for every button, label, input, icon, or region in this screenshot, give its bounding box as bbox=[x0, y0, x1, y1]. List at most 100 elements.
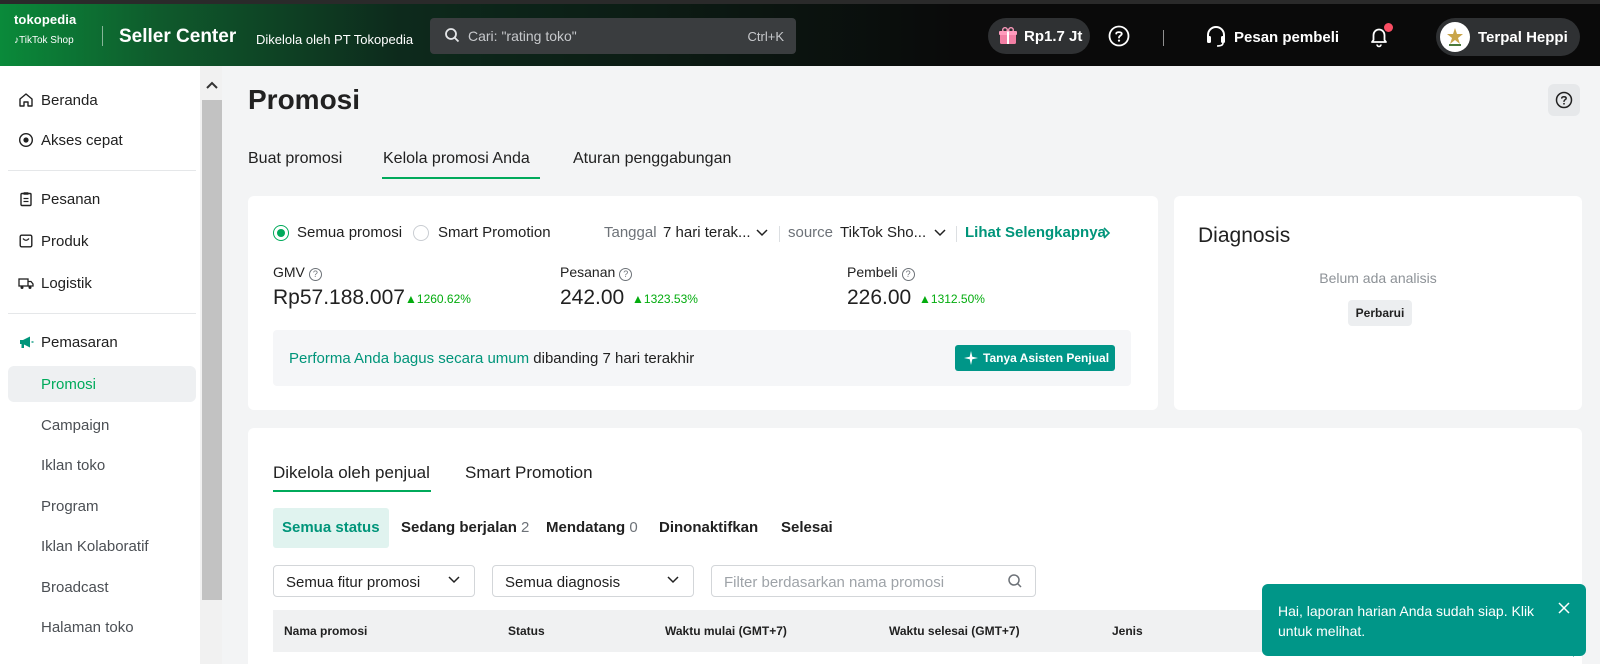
feature-filter-select[interactable]: Semua fitur promosi bbox=[273, 565, 475, 597]
chevron-down-icon bbox=[448, 576, 460, 584]
chevron-down-icon[interactable] bbox=[756, 229, 768, 237]
refresh-button[interactable]: Perbarui bbox=[1348, 300, 1412, 326]
ask-assistant-label: Tanya Asisten Penjual bbox=[983, 351, 1110, 365]
chevron-down-icon[interactable] bbox=[934, 229, 946, 237]
chip-label: Mendatang bbox=[546, 519, 626, 536]
change-value: 1323.53% bbox=[643, 292, 698, 306]
top-bar: tokopedia ♪TikTok Shop Seller Center Dik… bbox=[0, 0, 1600, 66]
user-menu[interactable]: Terpal Heppi bbox=[1436, 18, 1580, 56]
metric-pesanan-label: Pesanan? bbox=[560, 264, 633, 281]
status-chip-disabled[interactable]: Dinonaktifkan bbox=[659, 508, 758, 548]
search-shortcut: Ctrl+K bbox=[747, 29, 784, 44]
toast-message[interactable]: Hai, laporan harian Anda sudah siap. Kli… bbox=[1278, 601, 1548, 641]
tab-seller-managed[interactable]: Dikelola oleh penjual bbox=[273, 463, 430, 483]
column-header-start-time: Waktu mulai (GMT+7) bbox=[665, 624, 787, 638]
see-more-link[interactable]: Lihat Selengkapnya bbox=[965, 224, 1106, 241]
sidebar-item-label: Broadcast bbox=[41, 579, 109, 596]
radio-smart-promotion[interactable] bbox=[413, 225, 429, 241]
search-icon bbox=[1008, 574, 1022, 588]
sidebar: Beranda Akses cepat Pesanan Produk Logis… bbox=[0, 66, 200, 664]
diagnosis-title: Diagnosis bbox=[1198, 224, 1291, 247]
scrollbar-thumb[interactable] bbox=[202, 100, 222, 600]
daily-report-toast[interactable]: Hai, laporan harian Anda sudah siap. Kli… bbox=[1262, 584, 1586, 656]
source-label: source bbox=[788, 224, 834, 241]
sidebar-item-halaman-toko[interactable]: Halaman toko bbox=[8, 609, 196, 645]
sidebar-item-beranda[interactable]: Beranda bbox=[8, 82, 196, 118]
performance-banner: Performa Anda bagus secara umum dibandin… bbox=[273, 330, 1131, 386]
sidebar-item-pesanan[interactable]: Pesanan bbox=[8, 181, 196, 217]
metric-pesanan-value: 242.00 bbox=[560, 286, 625, 309]
tab-kelola-promosi[interactable]: Kelola promosi Anda bbox=[383, 150, 530, 168]
sidebar-item-label: Akses cepat bbox=[41, 132, 123, 149]
sidebar-item-label: Campaign bbox=[41, 417, 110, 434]
chip-count: 0 bbox=[629, 519, 638, 536]
truck-icon bbox=[18, 278, 34, 289]
headset-icon[interactable] bbox=[1205, 24, 1227, 48]
source-select[interactable]: TikTok Sho... bbox=[840, 224, 926, 241]
metric-gmv-value: Rp57.188.007 bbox=[273, 286, 405, 309]
sidebar-item-iklan-kolaboratif[interactable]: Iklan Kolaboratif bbox=[8, 528, 196, 564]
page-title: Promosi bbox=[248, 84, 361, 115]
status-chip-upcoming[interactable]: Mendatang 0 bbox=[546, 508, 638, 548]
status-chip-finished[interactable]: Selesai bbox=[781, 508, 833, 548]
change-value: 1312.50% bbox=[930, 292, 985, 306]
sidebar-item-label: Pemasaran bbox=[41, 334, 118, 351]
promotion-name-filter[interactable]: Filter berdasarkan nama promosi bbox=[711, 565, 1036, 597]
sidebar-item-produk[interactable]: Produk bbox=[8, 223, 196, 259]
global-search[interactable]: Cari: "rating toko" Ctrl+K bbox=[430, 18, 796, 54]
sidebar-item-label: Logistik bbox=[41, 275, 92, 292]
megaphone-icon bbox=[20, 336, 34, 348]
notification-dot bbox=[1384, 23, 1393, 32]
ask-assistant-button[interactable]: Tanya Asisten Penjual bbox=[955, 345, 1115, 371]
radio-smart-label[interactable]: Smart Promotion bbox=[438, 224, 551, 241]
sidebar-item-program[interactable]: Program bbox=[8, 488, 196, 524]
sidebar-item-campaign[interactable]: Campaign bbox=[8, 407, 196, 443]
sidebar-item-iklan-toko[interactable]: Iklan toko bbox=[8, 447, 196, 483]
clipboard-icon bbox=[20, 192, 32, 207]
sidebar-item-pemasaran[interactable]: Pemasaran bbox=[8, 324, 196, 360]
info-icon[interactable]: ? bbox=[901, 268, 915, 281]
metric-gmv-change: ▲1260.62% bbox=[405, 292, 471, 306]
buyer-messages-link[interactable]: Pesan pembeli bbox=[1234, 29, 1339, 46]
search-placeholder: Cari: "rating toko" bbox=[468, 28, 577, 44]
performance-highlight[interactable]: Performa Anda bagus secara umum bbox=[289, 350, 529, 367]
sidebar-scrollbar[interactable] bbox=[200, 66, 222, 664]
sidebar-item-label: Beranda bbox=[41, 92, 98, 109]
diagnosis-filter-select[interactable]: Semua diagnosis bbox=[492, 565, 694, 597]
sidebar-item-akses-cepat[interactable]: Akses cepat bbox=[8, 122, 196, 158]
tiktok-shop-logo-text: ♪TikTok Shop bbox=[14, 35, 100, 46]
chevron-up-icon[interactable] bbox=[206, 81, 218, 89]
sidebar-item-label: Promosi bbox=[41, 376, 97, 393]
chip-count: 2 bbox=[521, 519, 530, 536]
radio-all-promotions[interactable] bbox=[273, 225, 289, 241]
info-icon[interactable]: ? bbox=[619, 268, 633, 281]
sidebar-item-promosi[interactable]: Promosi bbox=[8, 366, 196, 402]
target-icon bbox=[18, 132, 34, 148]
sidebar-item-broadcast[interactable]: Broadcast bbox=[8, 569, 196, 605]
metric-pembeli-value: 226.00 bbox=[847, 286, 912, 309]
tab-smart-promotion[interactable]: Smart Promotion bbox=[465, 463, 593, 483]
tab-buat-promosi[interactable]: Buat promosi bbox=[248, 150, 342, 168]
balance-button[interactable]: Rp1.7 Jt bbox=[988, 18, 1090, 54]
info-icon[interactable]: ? bbox=[308, 268, 322, 281]
date-select[interactable]: 7 hari terak... bbox=[663, 224, 751, 241]
diagnosis-card: Diagnosis Belum ada analisis Perbarui bbox=[1174, 196, 1582, 410]
chevron-down-icon bbox=[667, 576, 679, 584]
status-chip-all[interactable]: Semua status bbox=[273, 508, 389, 548]
metric-label-text: Pembeli bbox=[847, 264, 898, 280]
managed-by-text: Dikelola oleh PT Tokopedia bbox=[256, 32, 414, 47]
page-help-button[interactable] bbox=[1548, 84, 1580, 116]
logo[interactable]: tokopedia ♪TikTok Shop bbox=[14, 12, 100, 46]
avatar bbox=[1440, 22, 1470, 52]
sidebar-item-logistik[interactable]: Logistik bbox=[8, 265, 196, 301]
diagnosis-empty-text: Belum ada analisis bbox=[1319, 270, 1437, 286]
chevron-right-icon[interactable] bbox=[1103, 227, 1111, 239]
tab-aturan-penggabungan[interactable]: Aturan penggabungan bbox=[573, 150, 731, 168]
status-chip-running[interactable]: Sedang berjalan 2 bbox=[401, 508, 529, 548]
help-icon[interactable] bbox=[1108, 25, 1130, 47]
radio-all-label[interactable]: Semua promosi bbox=[297, 224, 402, 241]
close-icon[interactable] bbox=[1558, 602, 1570, 614]
sidebar-divider bbox=[8, 313, 196, 314]
up-arrow-icon: ▲ bbox=[632, 292, 644, 306]
filter-divider bbox=[956, 226, 957, 242]
